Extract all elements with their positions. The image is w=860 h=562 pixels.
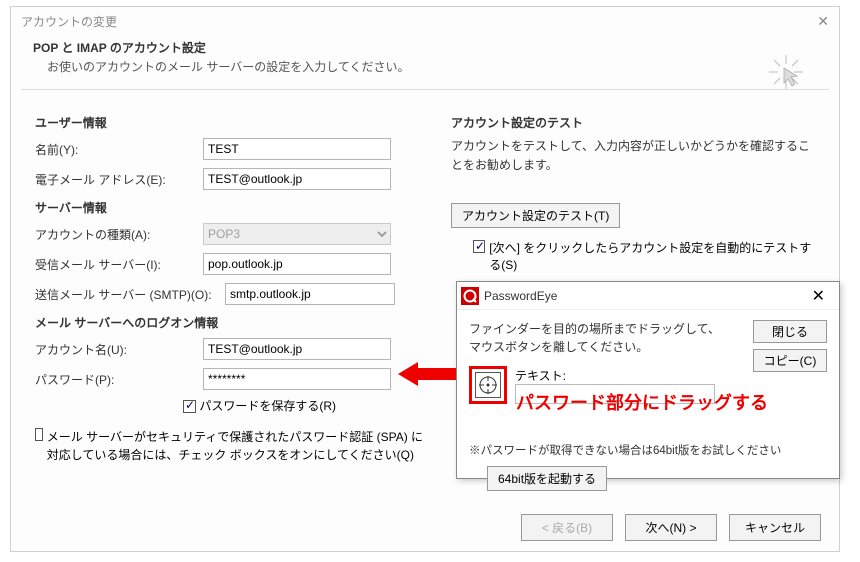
auto-test-label: [次へ] をクリックしたらアカウント設定を自動的にテストする(S) <box>489 240 815 274</box>
outgoing-server-input[interactable] <box>225 283 395 305</box>
dialog-footer: < 戻る(B) 次へ(N) > キャンセル <box>521 514 821 541</box>
account-name-input[interactable] <box>203 338 391 360</box>
logon-info-title: メール サーバーへのログオン情報 <box>35 314 435 331</box>
user-info-title: ユーザー情報 <box>35 114 435 131</box>
passwordeye-logo-icon <box>461 287 479 305</box>
server-info-title: サーバー情報 <box>35 199 435 216</box>
incoming-server-input[interactable] <box>203 253 391 275</box>
back-button: < 戻る(B) <box>521 514 613 541</box>
passwordeye-instruction: ファインダーを目的の場所までドラッグして、マウスボタンを離してください。 <box>469 320 729 356</box>
drag-instruction-annotation: パスワード部分にドラッグする <box>516 389 768 415</box>
account-name-label: アカウント名(U): <box>35 341 203 358</box>
close-icon[interactable]: ✕ <box>817 13 829 30</box>
account-type-label: アカウントの種類(A): <box>35 226 203 243</box>
passwordeye-text-label: テキスト: <box>515 369 566 383</box>
passwordeye-close-icon[interactable]: ✕ <box>804 286 833 306</box>
passwordeye-64bit-button[interactable]: 64bit版を起動する <box>487 466 607 491</box>
incoming-server-label: 受信メール サーバー(I): <box>35 256 203 273</box>
save-password-checkbox[interactable] <box>183 400 196 413</box>
account-type-select: POP3 <box>203 223 391 245</box>
dialog-titlebar: アカウントの変更 ✕ <box>11 7 839 31</box>
password-label: パスワード(P): <box>35 371 203 388</box>
email-label: 電子メール アドレス(E): <box>35 171 203 188</box>
passwordeye-copy-button[interactable]: コピー(C) <box>753 349 827 372</box>
password-input[interactable] <box>203 368 391 390</box>
dialog-title: アカウントの変更 <box>21 13 117 30</box>
finder-drag-icon[interactable] <box>475 372 501 398</box>
test-title: アカウント設定のテスト <box>451 114 815 131</box>
save-password-row: パスワードを保存する(R) <box>35 397 435 414</box>
name-label: 名前(Y): <box>35 141 203 158</box>
passwordeye-dialog: PasswordEye ✕ ファインダーを目的の場所までドラッグして、マウスボタ… <box>456 281 840 479</box>
header-title: POP と IMAP のアカウント設定 <box>33 39 817 56</box>
name-input[interactable] <box>203 138 391 160</box>
next-button[interactable]: 次へ(N) > <box>625 514 717 541</box>
save-password-label: パスワードを保存する(R) <box>199 399 336 413</box>
header-subtitle: お使いのアカウントのメール サーバーの設定を入力してください。 <box>33 58 817 75</box>
spa-label: メール サーバーがセキュリティで保護されたパスワード認証 (SPA) に対応して… <box>47 428 435 464</box>
passwordeye-title: PasswordEye <box>484 289 804 303</box>
cursor-sparkle-icon <box>767 53 805 91</box>
test-account-button[interactable]: アカウント設定のテスト(T) <box>451 203 620 228</box>
passwordeye-close-button[interactable]: 閉じる <box>753 320 827 343</box>
spa-checkbox[interactable] <box>35 428 43 441</box>
passwordeye-note: ※パスワードが取得できない場合は64bit版をお試しください <box>469 442 827 458</box>
finder-highlight-box <box>469 366 507 404</box>
auto-test-checkbox[interactable] <box>473 240 485 253</box>
test-text: アカウントをテストして、入力内容が正しいかどうかを確認することをお勧めします。 <box>451 137 815 175</box>
dialog-header: POP と IMAP のアカウント設定 お使いのアカウントのメール サーバーの設… <box>11 31 839 89</box>
red-arrow-annotation <box>398 360 456 388</box>
passwordeye-titlebar: PasswordEye ✕ <box>457 282 839 310</box>
cancel-button[interactable]: キャンセル <box>729 514 821 541</box>
email-input[interactable] <box>203 168 391 190</box>
outgoing-server-label: 送信メール サーバー (SMTP)(O): <box>35 286 225 303</box>
